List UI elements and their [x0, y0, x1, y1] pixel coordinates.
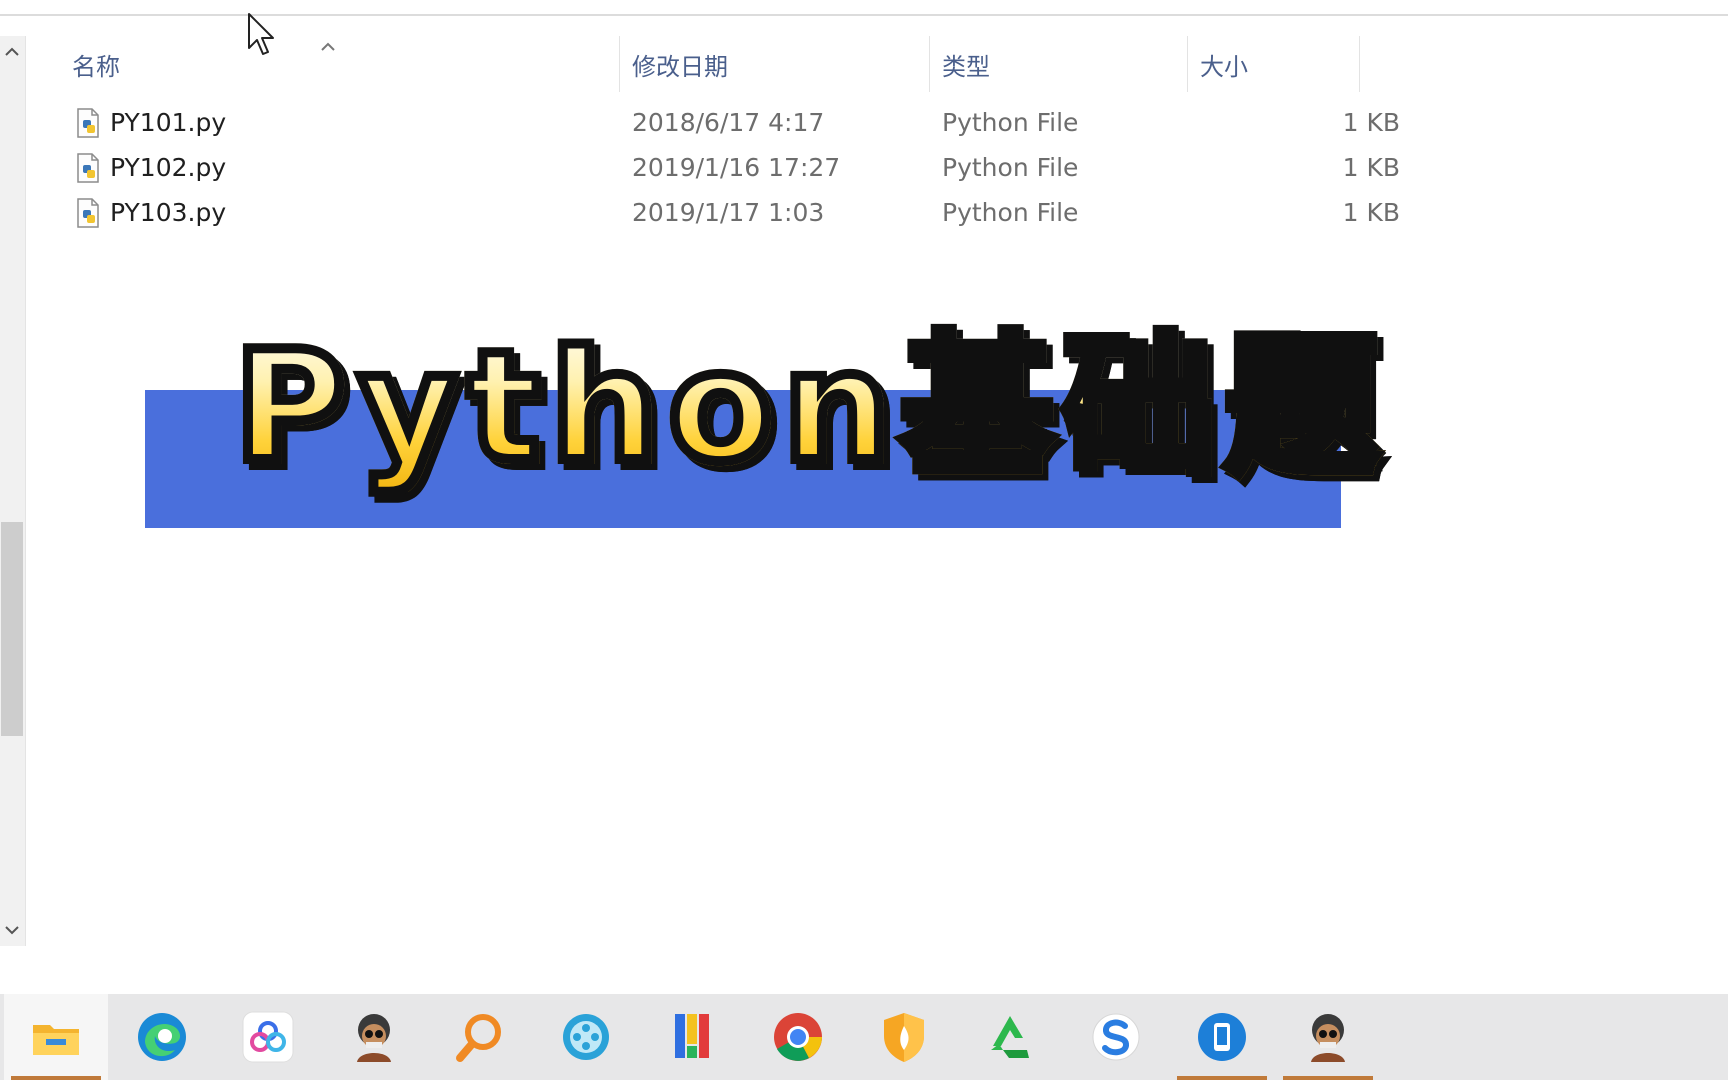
file-size: 1 KB — [1200, 100, 1400, 145]
file-name-cell: PY102.py — [76, 145, 226, 190]
video-player-icon — [559, 1010, 613, 1064]
taskbar-video-player[interactable] — [534, 994, 638, 1080]
taskbar-chrome[interactable] — [746, 994, 850, 1080]
file-list: PY101.py 2018/6/17 4:17 Python File 1 KB… — [60, 100, 1360, 235]
column-header-type-label: 类型 — [942, 47, 990, 82]
column-header-size[interactable]: 大小 — [1188, 36, 1360, 92]
running-indicator — [1177, 1076, 1267, 1080]
column-header-name-label: 名称 — [72, 47, 120, 82]
file-name-cell: PY103.py — [76, 190, 226, 235]
taskbar-avatar-app[interactable] — [322, 994, 426, 1080]
column-header-date[interactable]: 修改日期 — [620, 36, 930, 92]
file-explorer-window: 名称 修改日期 类型 大小 — [0, 0, 1728, 1080]
python-file-icon — [76, 108, 100, 138]
column-header-type[interactable]: 类型 — [930, 36, 1188, 92]
taskbar-search-tool[interactable] — [428, 994, 532, 1080]
scrollbar-thumb[interactable] — [1, 522, 23, 736]
file-size: 1 KB — [1200, 145, 1400, 190]
column-header-date-label: 修改日期 — [632, 47, 728, 82]
phone-assistant-icon — [1195, 1010, 1249, 1064]
file-date: 2018/6/17 4:17 — [632, 100, 824, 145]
file-type: Python File — [942, 100, 1078, 145]
shield-security-icon — [877, 1010, 931, 1064]
banner-title: Python基础题 — [234, 322, 1387, 492]
python-file-icon — [76, 153, 100, 183]
mouse-cursor-icon — [247, 12, 277, 56]
column-separator[interactable] — [1359, 36, 1360, 92]
file-row[interactable]: PY102.py 2019/1/16 17:27 Python File 1 K… — [60, 145, 1360, 190]
file-name: PY102.py — [110, 153, 226, 182]
file-name-cell: PY101.py — [76, 100, 226, 145]
avatar-app-icon — [1301, 1010, 1355, 1064]
scroll-up-icon[interactable] — [4, 44, 20, 60]
taskbar-file-explorer[interactable] — [4, 994, 108, 1080]
file-type: Python File — [942, 145, 1078, 190]
file-date: 2019/1/16 17:27 — [632, 145, 840, 190]
taskbar-security[interactable] — [852, 994, 956, 1080]
baidu-netdisk-icon — [241, 1010, 295, 1064]
taskbar-avatar-app-2[interactable] — [1276, 994, 1380, 1080]
scroll-down-icon[interactable] — [4, 922, 20, 938]
edge-browser-icon — [135, 1010, 189, 1064]
taskbar-phone-assistant[interactable] — [1170, 994, 1274, 1080]
running-indicator — [11, 1076, 101, 1080]
file-row[interactable]: PY101.py 2018/6/17 4:17 Python File 1 KB — [60, 100, 1360, 145]
bookmark-app-icon — [665, 1010, 719, 1064]
file-type: Python File — [942, 190, 1078, 235]
column-header-size-label: 大小 — [1200, 47, 1248, 82]
recycle-green-icon — [983, 1010, 1037, 1064]
sogou-input-icon — [1089, 1010, 1143, 1064]
file-date: 2019/1/17 1:03 — [632, 190, 824, 235]
running-indicator — [1283, 1076, 1373, 1080]
column-header-name[interactable]: 名称 — [60, 36, 620, 92]
avatar-app-icon — [347, 1010, 401, 1064]
python-file-icon — [76, 198, 100, 228]
vertical-scrollbar[interactable] — [0, 36, 26, 946]
taskbar-bookmark-app[interactable] — [640, 994, 744, 1080]
taskbar — [0, 994, 1728, 1080]
file-name: PY103.py — [110, 198, 226, 227]
taskbar-netdisk[interactable] — [216, 994, 320, 1080]
file-size: 1 KB — [1200, 190, 1400, 235]
file-row[interactable]: PY103.py 2019/1/17 1:03 Python File 1 KB — [60, 190, 1360, 235]
file-explorer-icon — [30, 1015, 82, 1059]
search-magnifier-icon — [453, 1010, 507, 1064]
taskbar-recycle-app[interactable] — [958, 994, 1062, 1080]
taskbar-sogou-input[interactable] — [1064, 994, 1168, 1080]
taskbar-edge[interactable] — [110, 994, 214, 1080]
chrome-icon — [771, 1010, 825, 1064]
file-name: PY101.py — [110, 108, 226, 137]
sort-ascending-icon — [318, 38, 338, 54]
